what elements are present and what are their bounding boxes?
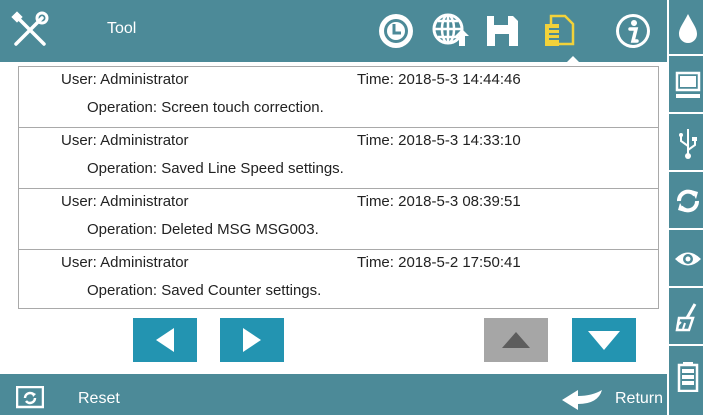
- log-entry[interactable]: User: Administrator Time: 2018-5-3 14:33…: [19, 128, 658, 189]
- page-title: Tool: [107, 20, 137, 37]
- log-user: User: Administrator: [61, 132, 189, 149]
- usb-icon[interactable]: [669, 116, 703, 172]
- tools-icon: [10, 10, 50, 50]
- bottom-toolbar: Reset Return: [0, 374, 667, 415]
- save-icon[interactable]: [483, 12, 521, 50]
- eye-icon[interactable]: [669, 232, 703, 288]
- log-user: User: Administrator: [61, 254, 189, 271]
- log-entry[interactable]: User: Administrator Time: 2018-5-3 14:44…: [19, 67, 658, 128]
- log-operation: Operation: Saved Line Speed settings.: [87, 160, 344, 177]
- scroll-down-button[interactable]: [572, 318, 636, 362]
- return-arrow-icon[interactable]: [560, 388, 606, 414]
- operation-log-list: User: Administrator Time: 2018-5-3 14:44…: [18, 66, 659, 309]
- arrow-right-icon: [243, 328, 261, 352]
- previous-page-button[interactable]: [133, 318, 197, 362]
- info-icon[interactable]: [614, 12, 652, 50]
- log-user: User: Administrator: [61, 71, 189, 88]
- log-operation: Operation: Screen touch correction.: [87, 99, 324, 116]
- log-operation: Operation: Deleted MSG MSG003.: [87, 221, 319, 238]
- monitor-icon[interactable]: [669, 58, 703, 114]
- return-button[interactable]: Return: [615, 390, 663, 408]
- ink-drop-icon[interactable]: [669, 0, 703, 56]
- arrow-up-icon: [502, 332, 530, 348]
- scroll-up-button[interactable]: [484, 318, 548, 362]
- top-toolbar: Tool: [0, 0, 667, 63]
- reset-button[interactable]: Reset: [78, 390, 120, 408]
- log-time: Time: 2018-5-2 17:50:41: [357, 254, 521, 271]
- next-page-button[interactable]: [220, 318, 284, 362]
- clock-icon[interactable]: [377, 12, 415, 50]
- log-operation: Operation: Saved Counter settings.: [87, 282, 322, 299]
- log-time: Time: 2018-5-3 14:33:10: [357, 132, 521, 149]
- reset-icon[interactable]: [15, 385, 45, 410]
- active-tab-indicator: [566, 56, 580, 63]
- refresh-icon[interactable]: [669, 174, 703, 230]
- clean-brush-icon[interactable]: [669, 290, 703, 346]
- log-user: User: Administrator: [61, 193, 189, 210]
- log-time: Time: 2018-5-3 08:39:51: [357, 193, 521, 210]
- log-entry[interactable]: User: Administrator Time: 2018-5-3 08:39…: [19, 189, 658, 250]
- right-sidebar: [667, 0, 703, 415]
- arrow-left-icon: [156, 328, 174, 352]
- log-time: Time: 2018-5-3 14:44:46: [357, 71, 521, 88]
- globe-upload-icon[interactable]: [431, 12, 469, 50]
- log-document-icon[interactable]: [541, 12, 579, 50]
- log-entry[interactable]: User: Administrator Time: 2018-5-2 17:50…: [19, 250, 658, 311]
- battery-icon[interactable]: [669, 348, 703, 404]
- arrow-down-icon: [588, 331, 620, 350]
